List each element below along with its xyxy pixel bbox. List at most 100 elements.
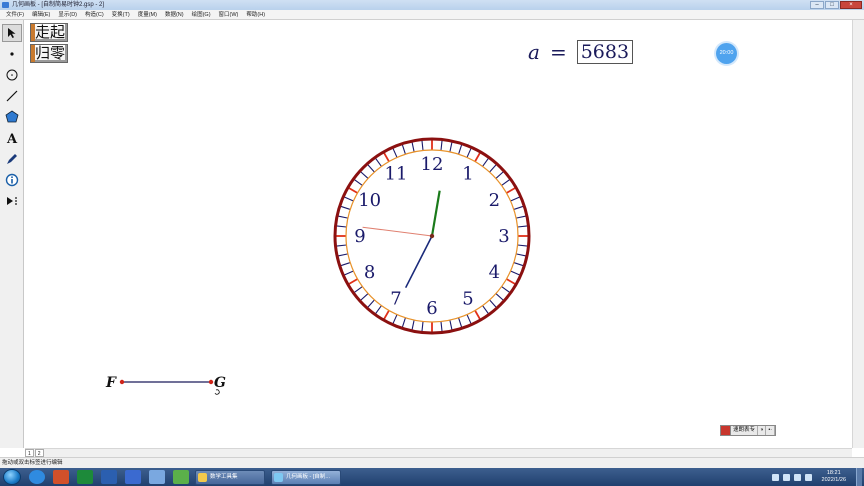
- menu-construct[interactable]: 构造(C): [81, 10, 108, 19]
- help-tray-icon[interactable]: [782, 473, 790, 481]
- tray-time: 18:21: [826, 470, 841, 476]
- maximize-button[interactable]: □: [825, 1, 839, 9]
- page-tabs: 1 2: [25, 449, 44, 457]
- circle-icon: [6, 69, 18, 81]
- point-icon: [10, 52, 14, 56]
- window-controls: – □ ×: [810, 1, 862, 9]
- app-icon-blue[interactable]: [125, 470, 141, 484]
- close-button[interactable]: ×: [840, 1, 862, 9]
- pen-icon: [7, 154, 17, 164]
- parameter-a[interactable]: a = 5683: [528, 40, 634, 64]
- parameter-value[interactable]: 5683: [576, 40, 634, 64]
- svg-text:A: A: [6, 132, 18, 145]
- menu-transform[interactable]: 变换(T): [108, 10, 134, 19]
- menu-edit[interactable]: 编辑(E): [28, 10, 54, 19]
- arrow-icon: [8, 28, 16, 38]
- menu-bar: 文件(F) 编辑(E) 显示(D) 构造(C) 变换(T) 度量(M) 数据(N…: [0, 10, 864, 20]
- tray-date: 2022/1/26: [821, 477, 846, 483]
- clock-number: 11: [385, 164, 408, 185]
- button-grip: [31, 24, 35, 41]
- straightedge-tool[interactable]: [2, 87, 22, 105]
- taskbar: 数学工具集 几何画板 - [自制... 18:21 2022/1/26: [0, 468, 864, 486]
- polygon-tool[interactable]: [2, 108, 22, 126]
- clock-number: 12: [421, 154, 444, 175]
- point-tool[interactable]: [2, 45, 22, 63]
- ime-label[interactable]: 速朗表专: [731, 426, 759, 435]
- line-icon: [6, 90, 18, 102]
- clock-number: 2: [489, 190, 500, 211]
- menu-window[interactable]: 窗口(W): [215, 10, 243, 19]
- info-icon: [5, 173, 19, 187]
- browser-icon[interactable]: [29, 470, 45, 484]
- title-bar: 几何画板 - [自制简易时钟2.gsp - 2] – □ ×: [0, 0, 864, 10]
- taskbar-task-sketchpad[interactable]: 几何画板 - [自制...: [271, 469, 341, 485]
- reset-button[interactable]: 归零: [30, 44, 68, 63]
- ime-tray-icon[interactable]: [771, 473, 779, 481]
- parameter-name: a: [528, 40, 540, 64]
- clock-number: 5: [462, 288, 473, 309]
- segment-fg[interactable]: F G: [100, 368, 240, 400]
- page-tab-2[interactable]: 2: [34, 449, 44, 457]
- menu-number[interactable]: 数据(N): [161, 10, 188, 19]
- vertical-scrollbar[interactable]: [852, 20, 864, 448]
- toolbox: A: [0, 20, 24, 448]
- volume-tray-icon[interactable]: [804, 473, 812, 481]
- ime-logo-icon: [721, 426, 731, 435]
- point-f[interactable]: [119, 379, 125, 385]
- show-desktop-button[interactable]: [856, 468, 862, 486]
- text-tool[interactable]: A: [2, 129, 22, 147]
- point-g[interactable]: [208, 379, 214, 385]
- word-icon[interactable]: [101, 470, 117, 484]
- ime-moon-icon[interactable]: ◑: [758, 426, 767, 435]
- information-tool[interactable]: [2, 171, 22, 189]
- taskbar-task-math-tools[interactable]: 数学工具集: [195, 469, 265, 485]
- arrow-select-tool[interactable]: [2, 24, 22, 42]
- menu-file[interactable]: 文件(F): [2, 10, 28, 19]
- app-icon: [2, 2, 9, 8]
- menu-measure[interactable]: 度量(M): [134, 10, 161, 19]
- window-title: 几何画板 - [自制简易时钟2.gsp - 2]: [12, 2, 105, 8]
- label-g[interactable]: G: [214, 375, 226, 391]
- app-icon-light[interactable]: [149, 470, 165, 484]
- clock-number: 3: [498, 226, 509, 247]
- clock-number: 8: [364, 262, 375, 283]
- horizontal-scrollbar[interactable]: [25, 448, 852, 457]
- parameter-equals: =: [549, 40, 567, 64]
- start-button[interactable]: [3, 469, 21, 485]
- custom-tools[interactable]: [2, 192, 22, 210]
- clock-number: 10: [358, 190, 381, 211]
- tray-clock[interactable]: 18:21 2022/1/26: [822, 470, 846, 484]
- clock-number: 9: [354, 226, 365, 247]
- menu-display[interactable]: 显示(D): [54, 10, 81, 19]
- time-bubble[interactable]: 20:00: [716, 43, 737, 64]
- go-button-label: 走起: [35, 23, 66, 41]
- marker-tool[interactable]: [2, 150, 22, 168]
- status-bar: 拖动或双击标签进行编辑: [0, 457, 864, 468]
- system-tray: 18:21 2022/1/26: [771, 468, 864, 486]
- clock-number: 6: [426, 298, 437, 319]
- powerpoint-icon[interactable]: [53, 470, 69, 484]
- status-text: 拖动或双击标签进行编辑: [2, 460, 63, 466]
- minimize-button[interactable]: –: [810, 1, 824, 9]
- publisher-icon[interactable]: [77, 470, 93, 484]
- play-icon: [7, 197, 17, 205]
- go-button[interactable]: 走起: [30, 23, 68, 42]
- clock-number: 4: [489, 262, 500, 283]
- clock-number: 1: [462, 164, 473, 185]
- math-tools-icon: [198, 472, 207, 482]
- menu-help[interactable]: 帮助(H): [242, 10, 269, 19]
- label-f[interactable]: F: [105, 375, 117, 391]
- clock-face: 12 12 3 45 6 78 9 1011: [333, 137, 531, 335]
- sketchpad-icon: [274, 472, 283, 482]
- reset-button-label: 归零: [35, 44, 66, 62]
- clock-number: 7: [390, 288, 401, 309]
- media-player-icon[interactable]: [173, 470, 189, 484]
- polygon-icon: [5, 110, 19, 123]
- page-tab-1[interactable]: 1: [25, 449, 34, 457]
- ime-punct-icon[interactable]: •·: [766, 426, 776, 435]
- menu-graph[interactable]: 绘图(G): [188, 10, 215, 19]
- compass-tool[interactable]: [2, 66, 22, 84]
- ime-toolbar[interactable]: 速朗表专 ◑ •·: [720, 425, 777, 436]
- network-tray-icon[interactable]: [793, 473, 801, 481]
- task-label: 数学工具集: [210, 473, 238, 480]
